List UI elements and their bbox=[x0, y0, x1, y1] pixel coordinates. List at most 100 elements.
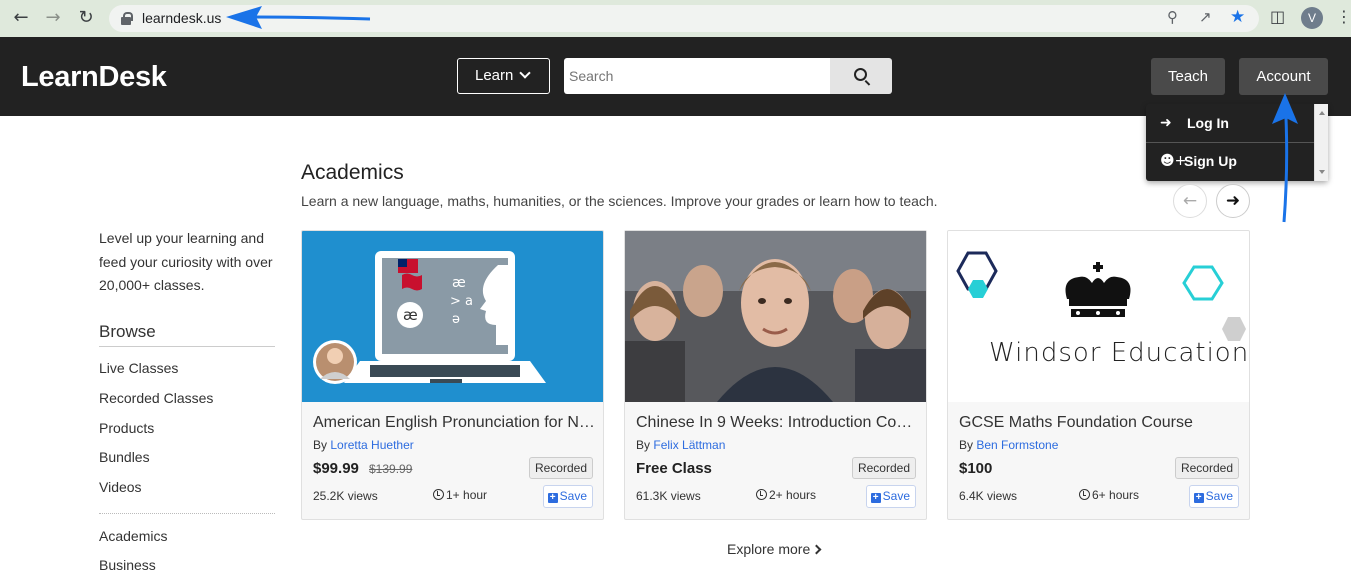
category-item-academics[interactable]: Academics bbox=[99, 528, 167, 544]
duration-label: 1+ hour bbox=[446, 488, 488, 502]
account-button[interactable]: Account bbox=[1239, 58, 1328, 95]
carousel-next-button[interactable]: ➜ bbox=[1216, 184, 1250, 218]
course-author-line: By Loretta Huether bbox=[313, 438, 414, 452]
author-link[interactable]: Ben Formstone bbox=[976, 438, 1058, 452]
browse-item-bundles[interactable]: Bundles bbox=[99, 449, 150, 465]
browse-item-videos[interactable]: Videos bbox=[99, 479, 142, 495]
learn-dropdown-button[interactable]: Learn bbox=[457, 58, 550, 94]
site-logo[interactable]: LearnDesk bbox=[21, 61, 167, 94]
save-button[interactable]: + Save bbox=[542, 485, 593, 508]
browse-divider bbox=[99, 346, 275, 347]
course-thumbnail[interactable]: æ æ > a ə bbox=[302, 231, 603, 402]
author-link[interactable]: Loretta Huether bbox=[330, 438, 413, 452]
author-link[interactable]: Felix Lättman bbox=[653, 438, 725, 452]
save-button[interactable]: + Save bbox=[1188, 485, 1239, 508]
chevron-right-icon bbox=[811, 544, 822, 555]
carousel-prev-button[interactable]: ← bbox=[1173, 184, 1207, 218]
view-count: 61.3K views bbox=[636, 489, 701, 503]
by-label: By bbox=[313, 438, 328, 452]
schwa-symbol: ə bbox=[452, 312, 460, 327]
lock-icon[interactable] bbox=[121, 12, 133, 25]
ae-symbol: æ bbox=[452, 275, 466, 291]
original-price: $139.99 bbox=[369, 462, 413, 476]
clock-icon bbox=[756, 489, 767, 500]
section-description: Learn a new language, maths, humanities,… bbox=[301, 193, 938, 209]
plus-icon: + bbox=[547, 493, 558, 503]
clock-icon bbox=[433, 489, 444, 500]
course-title[interactable]: Chinese In 9 Weeks: Introduction Course bbox=[636, 414, 918, 432]
plus-icon: + bbox=[1193, 493, 1204, 503]
share-icon[interactable]: ↗ bbox=[1199, 8, 1212, 26]
course-thumbnail[interactable] bbox=[625, 231, 926, 402]
course-card[interactable]: Windsor Education GCSE Maths Foundation … bbox=[947, 230, 1250, 520]
login-menu-item[interactable]: ➜ Log In bbox=[1146, 105, 1314, 142]
search-icon bbox=[854, 68, 867, 81]
search-input[interactable] bbox=[564, 58, 831, 94]
group-photo-illustration bbox=[625, 231, 926, 402]
course-card[interactable]: æ æ > a ə American English Pronunciation… bbox=[301, 230, 604, 520]
crown-icon bbox=[1065, 262, 1131, 317]
more-menu-icon[interactable]: ⋮ bbox=[1336, 7, 1351, 26]
course-author-line: By Ben Formstone bbox=[959, 438, 1058, 452]
account-dropdown-menu: ➜ Log In ☻+ Sign Up bbox=[1146, 104, 1328, 181]
clock-icon bbox=[1079, 489, 1090, 500]
course-duration: 1+ hour bbox=[433, 488, 487, 502]
back-arrow-icon[interactable]: ← bbox=[8, 6, 34, 30]
login-label: Log In bbox=[1187, 115, 1229, 131]
duration-label: 2+ hours bbox=[769, 488, 817, 502]
explore-more-link[interactable]: Explore more bbox=[727, 541, 822, 557]
gt-a-symbol: > a bbox=[450, 294, 473, 309]
signup-label: Sign Up bbox=[1184, 153, 1237, 169]
ae-symbol-small: æ bbox=[403, 306, 418, 324]
by-label: By bbox=[959, 438, 974, 452]
course-price: Free Class bbox=[636, 460, 712, 477]
course-duration: 6+ hours bbox=[1079, 488, 1139, 502]
arrow-left-icon: ← bbox=[1182, 191, 1198, 211]
address-bar[interactable]: learndesk.us ⚲ ↗ ★ bbox=[109, 5, 1259, 32]
course-duration: 2+ hours bbox=[756, 488, 816, 502]
reload-icon[interactable]: ↻ bbox=[73, 6, 99, 30]
chevron-down-icon bbox=[519, 67, 531, 79]
explore-more-label: Explore more bbox=[727, 541, 811, 557]
laptop-pronunciation-illustration: æ æ > a ə bbox=[313, 251, 546, 384]
bookmark-star-icon[interactable]: ★ bbox=[1230, 7, 1245, 27]
signup-menu-item[interactable]: ☻+ Sign Up bbox=[1146, 143, 1314, 180]
menu-scrollbar[interactable] bbox=[1314, 104, 1328, 181]
status-badge: Recorded bbox=[1174, 457, 1239, 479]
save-label: Save bbox=[1205, 489, 1233, 503]
side-panel-icon[interactable]: ◫ bbox=[1270, 7, 1285, 26]
category-item-business[interactable]: Business bbox=[99, 557, 156, 573]
plus-icon: + bbox=[870, 493, 881, 503]
save-button[interactable]: + Save bbox=[865, 485, 916, 508]
course-title[interactable]: GCSE Maths Foundation Course bbox=[959, 414, 1241, 432]
sidebar-tagline: Level up your learning and feed your cur… bbox=[99, 230, 273, 293]
learn-label: Learn bbox=[475, 67, 514, 84]
browse-item-recorded-classes[interactable]: Recorded Classes bbox=[99, 390, 213, 406]
by-label: By bbox=[636, 438, 651, 452]
url-text[interactable]: learndesk.us bbox=[142, 10, 221, 26]
section-title: Academics bbox=[301, 161, 404, 184]
login-icon: ➜ bbox=[1160, 115, 1172, 131]
windsor-education-logo: Windsor Education bbox=[956, 251, 1249, 368]
search-button[interactable] bbox=[830, 58, 892, 94]
course-title[interactable]: American English Pronunciation for Non-N… bbox=[313, 414, 595, 432]
zoom-icon[interactable]: ⚲ bbox=[1167, 8, 1178, 26]
arrow-right-icon: ➜ bbox=[1225, 191, 1241, 211]
teach-button[interactable]: Teach bbox=[1151, 58, 1225, 95]
status-badge: Recorded bbox=[851, 457, 916, 479]
view-count: 6.4K views bbox=[959, 489, 1018, 503]
browse-item-live-classes[interactable]: Live Classes bbox=[99, 360, 178, 376]
status-badge: Recorded bbox=[528, 457, 593, 479]
windsor-education-text: Windsor Education bbox=[989, 338, 1249, 368]
course-price: $99.99 bbox=[313, 460, 359, 477]
course-thumbnail[interactable]: Windsor Education bbox=[948, 231, 1249, 402]
sidebar-divider bbox=[99, 513, 275, 514]
browse-item-products[interactable]: Products bbox=[99, 420, 154, 436]
profile-avatar[interactable]: V bbox=[1301, 7, 1323, 29]
browse-heading: Browse bbox=[99, 322, 156, 341]
course-author-line: By Felix Lättman bbox=[636, 438, 725, 452]
forward-arrow-icon[interactable]: → bbox=[40, 6, 66, 30]
course-card[interactable]: Chinese In 9 Weeks: Introduction Course … bbox=[624, 230, 927, 520]
course-price: $100 bbox=[959, 460, 993, 477]
user-plus-icon: ☻+ bbox=[1160, 153, 1187, 169]
